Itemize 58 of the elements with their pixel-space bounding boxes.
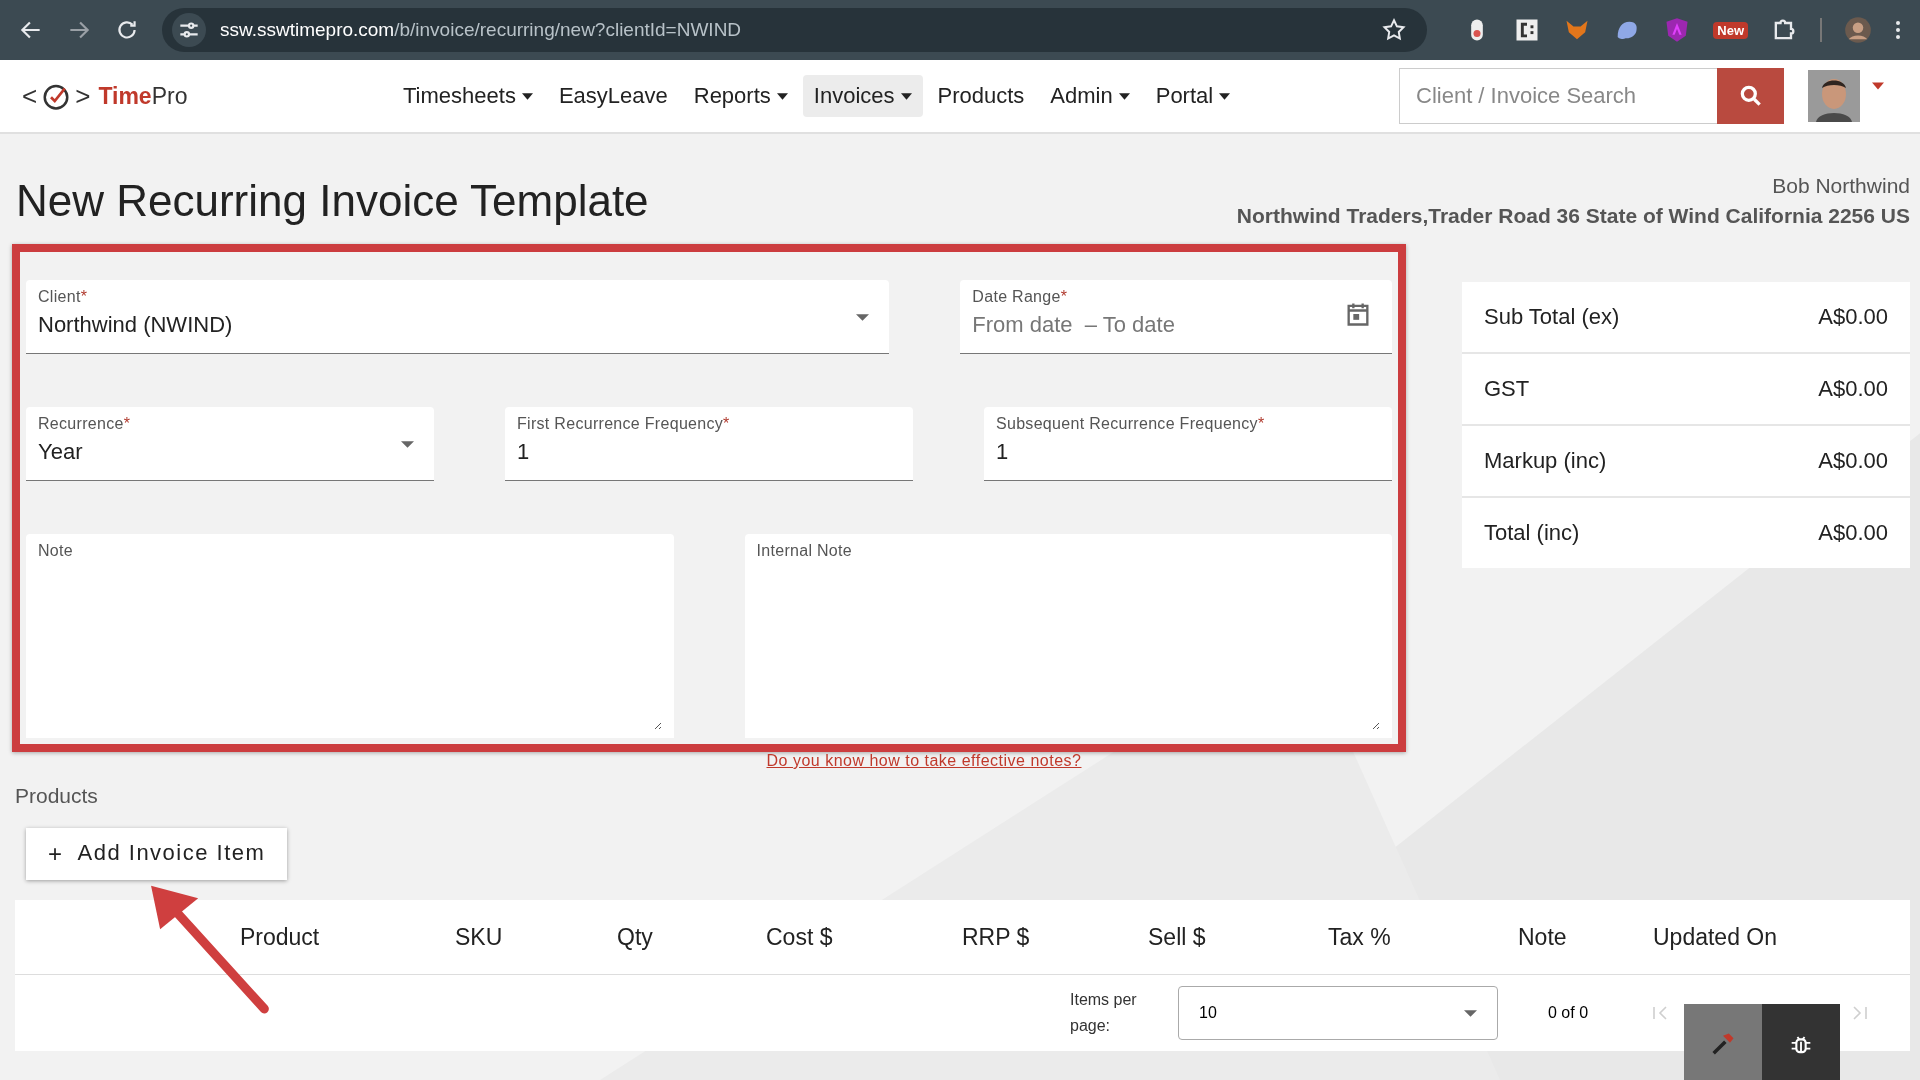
logo-bracket: <	[22, 80, 38, 112]
section-heading: Products	[15, 784, 99, 808]
contact-address: Northwind Traders,Trader Road 36 State of Wind California 2256 US	[1236, 204, 1910, 228]
nav-menu-item[interactable]: EasyLeave	[547, 75, 679, 117]
profile-avatar-icon[interactable]	[1844, 16, 1872, 44]
column-header[interactable]: Product	[240, 923, 455, 951]
total-label: GST	[1484, 376, 1530, 402]
nav-menu-item[interactable]: Portal	[1144, 75, 1242, 117]
user-avatar[interactable]	[1808, 70, 1860, 122]
resize-handle-icon[interactable]	[1370, 720, 1380, 730]
column-header[interactable]: Sell $	[1148, 923, 1328, 951]
select-field[interactable]: Client* Northwind (NWIND)	[26, 280, 890, 354]
text-area[interactable]: Internal Note	[744, 534, 1392, 738]
column-header[interactable]: Tax %	[1328, 923, 1518, 951]
total-label: Total (inc)	[1484, 520, 1580, 546]
dropdown-arrow-icon	[401, 441, 414, 448]
nav-menu-item[interactable]: Invoices	[802, 75, 923, 117]
nav-menu-item[interactable]: Reports	[682, 75, 799, 117]
brand-name[interactable]: TimePro	[98, 82, 188, 110]
extension-new-badge[interactable]: New	[1713, 21, 1748, 39]
column-header[interactable]: Note	[1518, 923, 1653, 951]
bookmark-star-icon[interactable]	[1381, 17, 1408, 43]
column-header[interactable]: Updated On	[1653, 923, 1910, 951]
select-field[interactable]: Recurrence* Year	[26, 407, 434, 481]
help-link[interactable]: Do you know how to take effective notes?	[766, 752, 1082, 769]
nav-menu-item[interactable]: Timesheets	[392, 75, 544, 117]
column-header[interactable]: SKU	[455, 923, 617, 951]
total-label: Markup (inc)	[1484, 448, 1607, 474]
search-button[interactable]	[1717, 68, 1784, 124]
dropdown-arrow-icon	[1464, 1009, 1477, 1017]
total-value: A$0.00	[1818, 448, 1888, 474]
contact-name: Bob Northwind	[1771, 174, 1910, 198]
nav-menu-item[interactable]: Admin	[1039, 75, 1141, 117]
page-size-select[interactable]: 10	[1178, 986, 1498, 1040]
input-field[interactable]: Subsequent Recurrence Frequency* 1	[984, 407, 1392, 481]
address-bar[interactable]: ssw.sswtimepro.com/b/invoice/recurring/new?clientId=NWIND	[162, 8, 1428, 52]
total-value: A$0.00	[1818, 520, 1888, 546]
column-header[interactable]: Cost $	[766, 923, 962, 951]
total-value: A$0.00	[1818, 376, 1888, 402]
items-per-page-label: Items per page:	[1070, 990, 1138, 1036]
page-range: 0 of 0	[1548, 1004, 1590, 1022]
more-icon[interactable]	[1894, 18, 1902, 42]
add-invoice-item-button[interactable]: + Add Invoice Item	[26, 828, 288, 880]
text-area[interactable]: Note	[26, 534, 674, 738]
dropdown-arrow-icon	[856, 314, 870, 321]
column-header[interactable]: RRP $	[962, 923, 1148, 951]
input-field[interactable]: First Recurrence Frequency* 1	[505, 407, 913, 481]
nav-menu-item[interactable]: Products	[926, 75, 1036, 117]
column-header[interactable]: Qty	[617, 923, 766, 951]
url-text: ssw.sswtimepro.com/b/invoice/recurring/new?clientId=NWIND	[220, 19, 743, 41]
total-value: A$0.00	[1818, 304, 1888, 330]
caret-icon[interactable]	[1872, 82, 1884, 90]
page-title: New Recurring Invoice Template	[16, 176, 649, 226]
logo-bracket: >	[75, 80, 91, 112]
search-field[interactable]: Client / Invoice Search	[1399, 68, 1717, 124]
total-label: Sub Total (ex)	[1484, 304, 1620, 330]
site-settings-icon[interactable]	[172, 13, 206, 47]
date-range-field[interactable]: Date Range* From date – To date	[960, 280, 1392, 354]
